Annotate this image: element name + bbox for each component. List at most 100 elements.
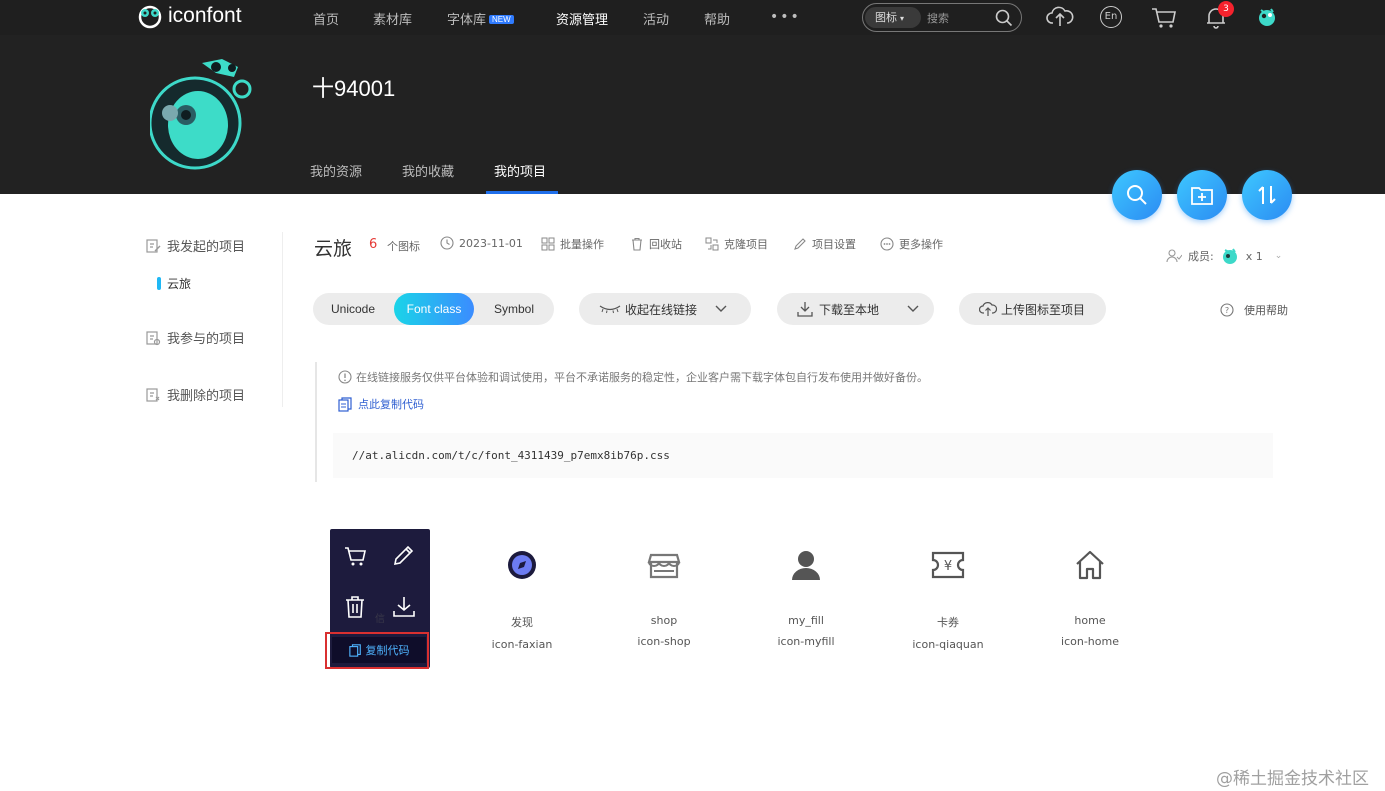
- tab-my-resources[interactable]: 我的资源: [310, 161, 362, 180]
- sidebar-project-item[interactable]: 云旅: [157, 275, 191, 292]
- upload-icons-label: 上传图标至项目: [1001, 302, 1086, 317]
- icon-class: icon-qiaquan: [912, 638, 984, 651]
- fab-sort-button[interactable]: [1242, 170, 1292, 220]
- recycle-bin-label: 回收站: [649, 238, 682, 251]
- upload-icons-button[interactable]: 上传图标至项目: [959, 293, 1106, 325]
- edit-doc-icon: [146, 238, 161, 253]
- edit-icon[interactable]: [392, 543, 416, 567]
- icon-class: icon-myfill: [777, 635, 835, 648]
- profile-username: 十94001: [312, 76, 396, 101]
- more-actions-button[interactable]: 更多操作: [880, 236, 943, 252]
- coupon-icon: ¥: [888, 540, 1008, 590]
- copy-code-link[interactable]: 点此复制代码: [338, 396, 424, 412]
- icon-name: shop: [650, 614, 678, 627]
- user-fill-icon: [746, 540, 866, 590]
- usage-help-link[interactable]: ? 使用帮助: [1220, 302, 1288, 318]
- download-icon[interactable]: [392, 595, 416, 619]
- compass-icon: [462, 540, 582, 590]
- new-badge: NEW: [489, 15, 514, 24]
- nav-fonts[interactable]: 字体库 NEW: [447, 9, 514, 28]
- nav-help[interactable]: 帮助: [704, 9, 730, 28]
- batch-action-button[interactable]: 批量操作: [541, 236, 604, 252]
- clone-icon: [705, 237, 719, 251]
- members-dropdown[interactable]: 成员: x 1 ⌄: [1166, 246, 1282, 266]
- chevron-down-icon: ▾: [900, 14, 905, 23]
- info-icon: [338, 370, 352, 384]
- nav-activity[interactable]: 活动: [643, 9, 669, 28]
- pencil-icon: [794, 238, 806, 250]
- icon-card-qiaquan[interactable]: ¥ 卡券 icon-qiaquan: [888, 540, 1008, 651]
- segment-unicode[interactable]: Unicode: [313, 293, 393, 325]
- member-avatar: [1222, 248, 1237, 264]
- icon-card-faxian[interactable]: 发现 icon-faxian: [462, 540, 582, 651]
- members-count: x 1: [1245, 249, 1263, 263]
- copy-code-label: 点此复制代码: [358, 398, 424, 411]
- user-avatar[interactable]: [1255, 5, 1279, 29]
- sidebar-joined-projects[interactable]: 我参与的项目: [145, 328, 245, 347]
- fab-new-folder-button[interactable]: [1177, 170, 1227, 220]
- collapse-online-link-label: 收起在线链接: [625, 302, 698, 317]
- icon-card-shop[interactable]: shop icon-shop: [604, 540, 724, 648]
- sidebar-started-projects[interactable]: 我发起的项目: [145, 236, 245, 255]
- eye-closed-icon: [599, 305, 621, 314]
- more-circle-icon: [880, 237, 894, 251]
- help-circle-icon: ?: [1220, 303, 1234, 317]
- folder-add-icon: [1191, 187, 1213, 205]
- sidebar-divider: [282, 232, 283, 407]
- icon-card-myfill[interactable]: my_fill icon-myfill: [746, 540, 866, 648]
- download-local-button[interactable]: 下载至本地: [777, 293, 934, 325]
- sidebar-deleted-projects[interactable]: 我删除的项目: [145, 385, 245, 404]
- segment-font-class[interactable]: Font class: [394, 293, 474, 325]
- delete-icon[interactable]: [344, 595, 366, 619]
- service-notice: 在线链接服务仅供平台体验和调试使用，平台不承诺服务的稳定性，企业客户需下载字体包…: [338, 369, 928, 385]
- segment-symbol[interactable]: Symbol: [474, 293, 554, 325]
- search-box: 图标 ▾: [862, 3, 1022, 32]
- chameleon-logo-icon: [138, 5, 162, 29]
- search-type-select[interactable]: 图标 ▾: [865, 7, 921, 28]
- nav-home[interactable]: 首页: [313, 9, 339, 28]
- clone-project-button[interactable]: 克隆项目: [705, 236, 768, 252]
- fab-search-button[interactable]: [1112, 170, 1162, 220]
- search-icon[interactable]: [995, 9, 1013, 27]
- deleted-doc-icon: [146, 387, 160, 402]
- download-icon: [797, 302, 813, 317]
- iconfont-logo[interactable]: iconfont: [136, 3, 242, 29]
- collapse-online-link-button[interactable]: 收起在线链接: [579, 293, 751, 325]
- chevron-down-icon: [907, 302, 919, 316]
- members-icon: [1166, 249, 1182, 263]
- chevron-down-icon: [715, 302, 727, 316]
- project-date-text: 2023-11-01: [459, 236, 523, 250]
- icon-card-home[interactable]: home icon-home: [1030, 540, 1150, 648]
- sidebar-joined-label: 我参与的项目: [167, 332, 246, 347]
- recycle-bin-button[interactable]: 回收站: [630, 236, 682, 252]
- cart-icon[interactable]: [1150, 4, 1178, 30]
- service-notice-text: 在线链接服务仅供平台体验和调试使用，平台不承诺服务的稳定性，企业客户需下载字体包…: [356, 371, 928, 384]
- language-icon[interactable]: En: [1100, 6, 1122, 28]
- usage-help-label: 使用帮助: [1244, 304, 1288, 317]
- batch-action-label: 批量操作: [560, 238, 604, 251]
- nav-materials[interactable]: 素材库: [373, 9, 412, 28]
- active-tab-indicator: [486, 191, 558, 194]
- icon-name: 卡券: [937, 616, 959, 629]
- clone-project-label: 克隆项目: [724, 238, 768, 251]
- nav-resources[interactable]: 资源管理: [556, 9, 608, 28]
- project-title: 云旅: [314, 238, 353, 260]
- sidebar-deleted-label: 我删除的项目: [167, 389, 246, 404]
- upload-cloud-icon[interactable]: [1046, 4, 1074, 30]
- project-date: 2023-11-01: [440, 236, 523, 250]
- search-icon: [1127, 185, 1147, 205]
- code-url[interactable]: //at.alicdn.com/t/c/font_4311439_p7emx8i…: [352, 449, 670, 462]
- joined-doc-icon: [146, 330, 161, 345]
- add-to-cart-icon[interactable]: [344, 545, 368, 567]
- project-settings-label: 项目设置: [812, 238, 856, 251]
- copy-doc-icon: [338, 396, 352, 412]
- icon-class: icon-shop: [637, 635, 691, 648]
- project-settings-button[interactable]: 项目设置: [793, 236, 856, 252]
- upload-cloud-icon: [979, 302, 997, 316]
- tab-my-favorites[interactable]: 我的收藏: [402, 161, 454, 180]
- search-input[interactable]: [927, 8, 993, 28]
- more-actions-label: 更多操作: [899, 238, 943, 251]
- active-marker: [157, 277, 161, 290]
- tab-my-projects[interactable]: 我的项目: [494, 161, 546, 180]
- more-nav-button[interactable]: •••: [770, 9, 801, 25]
